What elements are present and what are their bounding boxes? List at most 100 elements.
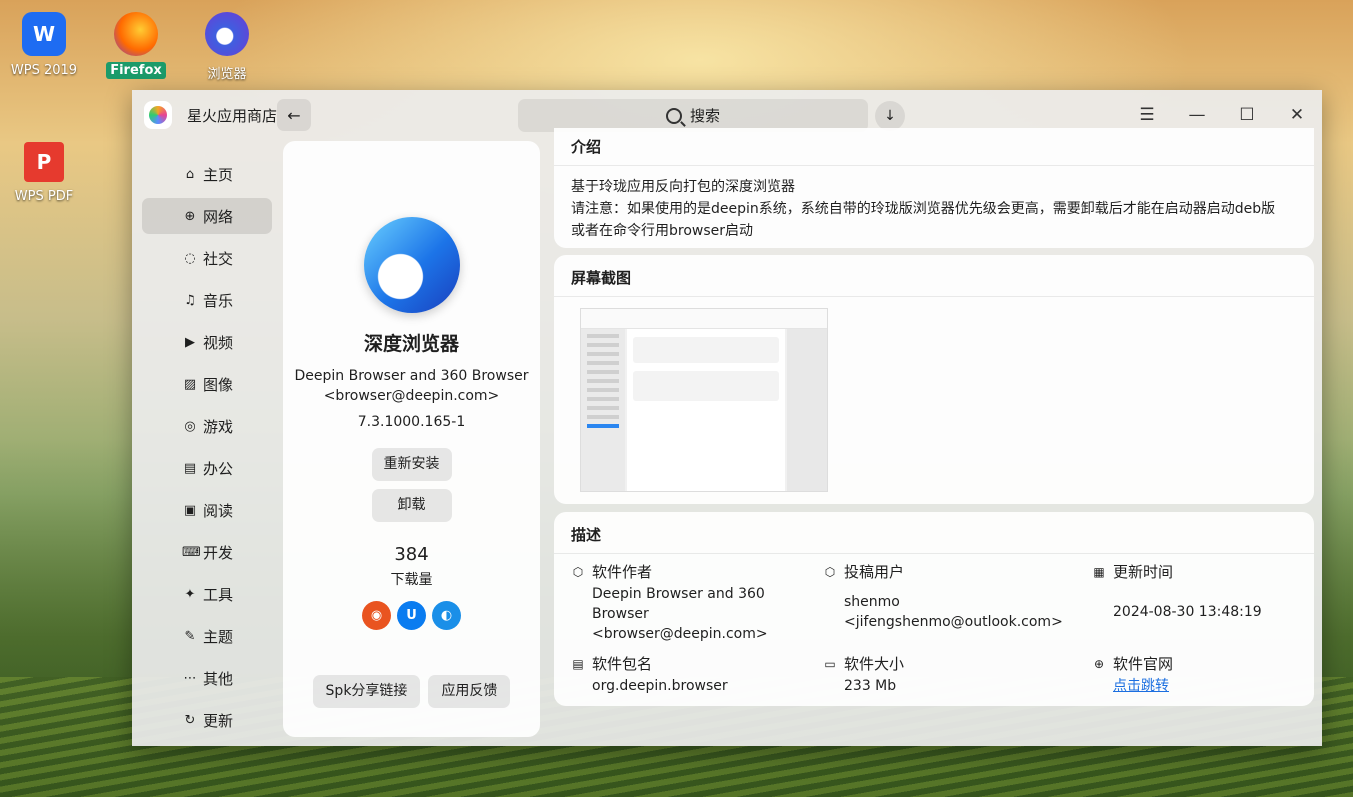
intro-text: 基于玲珑应用反向打包的深度浏览器 请注意：如果使用的是deepin系统，系统自带… bbox=[554, 166, 1314, 242]
download-count: 384 bbox=[394, 544, 429, 565]
info-package: ▤ 软件包名 org.deepin.browser bbox=[571, 654, 728, 696]
description-panel: 描述 ⬡ 软件作者 Deepin Browser and 360 Browser … bbox=[554, 512, 1314, 706]
sidebar-item-games[interactable]: ◎ 游戏 bbox=[142, 408, 272, 444]
description-heading: 描述 bbox=[554, 512, 1314, 554]
desktop-icon-firefox[interactable]: Firefox bbox=[96, 12, 176, 79]
info-value: Browser bbox=[592, 606, 649, 622]
sidebar-item-themes[interactable]: ✎ 主题 bbox=[142, 618, 272, 654]
wps-icon: W bbox=[22, 12, 66, 56]
sidebar-item-label: 音乐 bbox=[203, 291, 234, 310]
sidebar-item-label: 阅读 bbox=[203, 501, 234, 520]
sidebar-item-other[interactable]: ⋯ 其他 bbox=[142, 660, 272, 696]
info-key: 软件包名 bbox=[592, 655, 653, 673]
deepin-browser-icon bbox=[363, 217, 460, 313]
folder-icon: ▭ bbox=[824, 657, 836, 671]
info-key: 投稿用户 bbox=[844, 563, 905, 581]
app-store-window: 星火应用商店 ← 搜索 ↓ ☰ — ☐ ✕ ⌂ 主页 ⊕ 网络 ◌ 社交 ♫ 音乐 ▶ 视… bbox=[132, 90, 1322, 746]
sidebar-item-video[interactable]: ▶ 视频 bbox=[142, 324, 272, 360]
info-value: org.deepin.browser bbox=[592, 678, 728, 694]
pdf-icon: P bbox=[24, 142, 64, 182]
website-link[interactable]: 点击跳转 bbox=[1113, 678, 1169, 694]
app-authors-line: Deepin Browser and 360 Browser bbox=[294, 368, 529, 384]
info-value: <browser@deepin.com> bbox=[592, 626, 768, 642]
gamepad-icon: ◎ bbox=[184, 418, 196, 434]
sidebar-item-network[interactable]: ⊕ 网络 bbox=[142, 198, 272, 234]
sidebar-item-home[interactable]: ⌂ 主页 bbox=[142, 156, 272, 192]
desktop-icon-wpspdf[interactable]: P WPS PDF bbox=[4, 142, 84, 205]
app-version: 7.3.1000.165-1 bbox=[357, 414, 466, 430]
app-detail-card: 深度浏览器 Deepin Browser and 360 Browser <br… bbox=[283, 141, 540, 737]
desktop-icon-label: WPS PDF bbox=[14, 189, 74, 204]
info-value: Deepin Browser and 360 bbox=[592, 586, 765, 602]
intro-line: 基于玲珑应用反向打包的深度浏览器 bbox=[571, 179, 795, 195]
sidebar-item-label: 主页 bbox=[203, 165, 234, 184]
book-icon: ▣ bbox=[183, 502, 197, 518]
distro-badges: ◉ U ◐ bbox=[283, 601, 540, 630]
search-label: 搜索 bbox=[689, 107, 720, 125]
home-icon: ⌂ bbox=[185, 166, 195, 182]
image-icon: ▨ bbox=[183, 376, 197, 392]
screenshot-thumbnail[interactable] bbox=[580, 308, 828, 492]
info-key: 软件作者 bbox=[592, 563, 653, 581]
package-icon: ▤ bbox=[572, 657, 584, 671]
app-name: 深度浏览器 bbox=[363, 333, 459, 355]
sidebar-item-label: 主题 bbox=[203, 627, 234, 646]
info-updated: ▦ 更新时间 2024-08-30 13:48:19 bbox=[1092, 562, 1262, 622]
sidebar-item-office[interactable]: ▤ 办公 bbox=[142, 450, 272, 486]
share-link-button[interactable]: Spk分享链接 bbox=[312, 675, 421, 708]
sidebar-item-label: 开发 bbox=[203, 543, 234, 562]
sidebar-item-label: 视频 bbox=[203, 333, 234, 352]
close-button[interactable]: ✕ bbox=[1282, 102, 1312, 128]
info-value: 2024-08-30 13:48:19 bbox=[1113, 604, 1262, 620]
download-manager-button[interactable]: ↓ bbox=[875, 101, 905, 131]
sidebar-item-music[interactable]: ♫ 音乐 bbox=[142, 282, 272, 318]
firefox-icon bbox=[114, 12, 158, 56]
app-authors-line: <browser@deepin.com> bbox=[323, 388, 500, 404]
box-icon: ⬡ bbox=[572, 565, 584, 579]
screenshots-heading: 屏幕截图 bbox=[554, 255, 1314, 297]
info-value: <jifengshenmo@outlook.com> bbox=[844, 614, 1063, 630]
toolbox-icon: ✦ bbox=[184, 586, 196, 602]
info-uploader: ⬡ 投稿用户 shenmo <jifengshenmo@outlook.com> bbox=[823, 562, 1063, 632]
menu-button[interactable]: ☰ bbox=[1132, 102, 1162, 128]
info-website: ⊕ 软件官网 点击跳转 bbox=[1092, 654, 1173, 696]
sidebar-item-update[interactable]: ↻ 更新 bbox=[142, 702, 272, 738]
intro-line: 请注意：如果使用的是deepin系统，系统自带的玲珑版浏览器优先级会更高，需要卸… bbox=[571, 201, 1276, 217]
box-icon: ⬡ bbox=[824, 565, 836, 579]
desktop-icon-wps2019[interactable]: W WPS 2019 bbox=[4, 12, 84, 79]
minimize-button[interactable]: — bbox=[1182, 102, 1212, 128]
app-authors: Deepin Browser and 360 Browser <browser@… bbox=[283, 366, 540, 406]
info-key: 软件官网 bbox=[1113, 655, 1174, 673]
info-value: 233 Mb bbox=[844, 678, 897, 694]
info-value: shenmo bbox=[844, 594, 900, 610]
sidebar-item-label: 其他 bbox=[203, 669, 234, 688]
screenshots-panel: 屏幕截图 bbox=[554, 255, 1314, 504]
sidebar-item-label: 社交 bbox=[203, 249, 234, 268]
desktop-icon-browser[interactable]: 浏览器 bbox=[187, 12, 267, 83]
spark-store-logo-icon bbox=[144, 101, 172, 129]
uninstall-button[interactable]: 卸载 bbox=[371, 489, 452, 522]
download-count-label: 下载量 bbox=[390, 572, 433, 588]
sidebar-item-development[interactable]: ⌨ 开发 bbox=[142, 534, 272, 570]
reinstall-button[interactable]: 重新安装 bbox=[371, 448, 452, 481]
sidebar-item-tools[interactable]: ✦ 工具 bbox=[142, 576, 272, 612]
ubuntu-icon: ◉ bbox=[362, 601, 391, 630]
maximize-button[interactable]: ☐ bbox=[1232, 102, 1262, 128]
sidebar-item-label: 更新 bbox=[203, 711, 234, 730]
sidebar-item-label: 游戏 bbox=[203, 417, 234, 436]
uos-icon: U bbox=[397, 601, 426, 630]
feedback-button[interactable]: 应用反馈 bbox=[428, 675, 511, 708]
window-title: 星火应用商店 bbox=[187, 107, 278, 125]
code-icon: ⌨ bbox=[182, 544, 201, 560]
globe-icon: ⊕ bbox=[1093, 657, 1105, 671]
sidebar-item-social[interactable]: ◌ 社交 bbox=[142, 240, 272, 276]
intro-heading: 介绍 bbox=[554, 128, 1314, 166]
back-button[interactable]: ← bbox=[277, 99, 311, 131]
detail-actions: Spk分享链接 应用反馈 bbox=[283, 675, 540, 708]
desktop-icon-label: WPS 2019 bbox=[10, 63, 78, 78]
info-key: 软件大小 bbox=[844, 655, 905, 673]
search-icon bbox=[665, 107, 682, 124]
music-icon: ♫ bbox=[184, 292, 196, 308]
sidebar-item-image[interactable]: ▨ 图像 bbox=[142, 366, 272, 402]
sidebar-item-reading[interactable]: ▣ 阅读 bbox=[142, 492, 272, 528]
